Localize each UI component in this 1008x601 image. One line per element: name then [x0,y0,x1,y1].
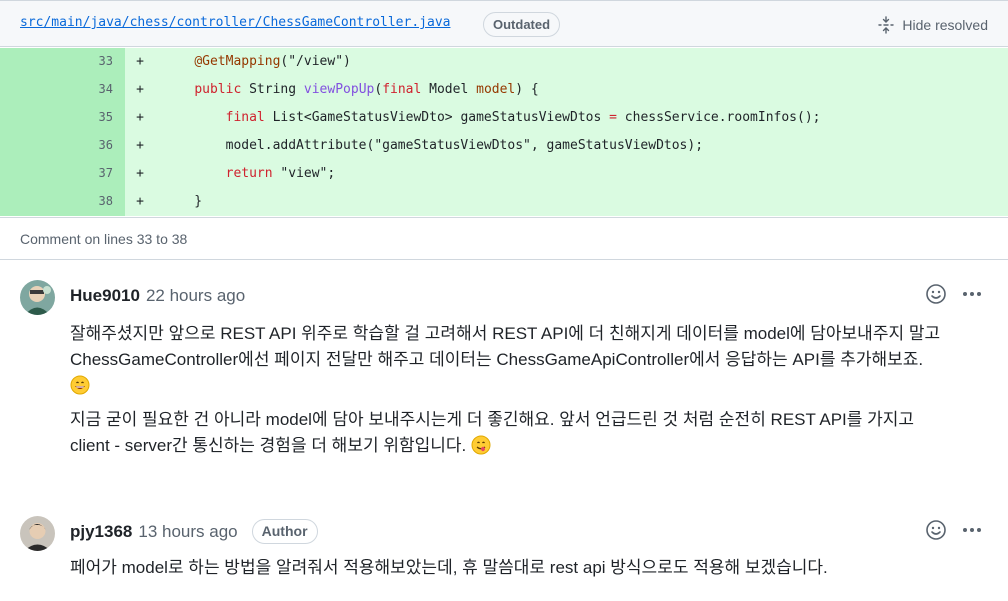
code-token: ( [374,82,383,97]
diff-line: 36 + model.addAttribute("gameStatusViewDt… [0,132,1008,160]
file-header: src/main/java/chess/controller/ChessGame… [0,0,1008,47]
diff-line: 34 + public String viewPopUp(final Model … [0,76,1008,104]
kebab-horizontal-icon[interactable] [961,519,983,541]
grinning-emoji-icon [70,375,90,395]
smiley-icon[interactable] [925,283,947,305]
code-token: chessService.roomInfos(); [616,110,821,125]
line-number[interactable]: 37 [0,160,125,188]
code-token: ) { [515,82,539,97]
comment-actions [925,283,983,305]
code-content: public String viewPopUp(final Model mode… [155,76,1008,104]
code-token: viewPopUp [303,82,375,97]
diff-marker: + [136,110,144,125]
code-content: return "view"; [155,160,1008,188]
line-number[interactable]: 33 [0,48,125,76]
code-content: @GetMapping("/view") [155,48,1008,76]
code-content: final List<GameStatusViewDto> gameStatus… [155,104,1008,132]
comment-paragraph: 지금 굳이 필요한 건 아니라 model에 담아 보내주시는게 더 좋긴해요.… [70,407,990,459]
code-content: model.addAttribute("gameStatusViewDtos",… [155,132,1008,160]
code-token: ("/view") [280,54,351,69]
comment-range-label: Comment on lines 33 to 38 [0,217,1008,260]
hide-resolved-label: Hide resolved [902,17,988,33]
code-token: model [476,82,516,97]
diff-marker: + [136,82,144,97]
comment-line: ChessGameController에선 페이지 전달만 해주고 데이터는 C… [70,350,924,369]
code-token: @GetMapping [194,54,281,69]
comment-paragraph: 잘해주셨지만 앞으로 REST API 위주로 학습할 걸 고려해서 REST … [70,321,990,399]
code-token: } [163,194,203,209]
diff-marker: + [136,166,144,181]
line-number[interactable]: 34 [0,76,125,104]
author-badge: Author [251,519,318,544]
comment-line: client - server간 통신하는 경험을 더 해보기 위함입니다. [70,436,467,455]
code-token: final [382,82,422,97]
diff-marker: + [136,54,144,69]
code-token: model.addAttribute("gameStatusViewDtos",… [163,138,704,153]
comment-time[interactable]: 22 hours ago [146,286,245,306]
diff-line: 35 + final List<GameStatusViewDto> gameSt… [0,104,1008,132]
diff-line: 37 + return "view"; [0,160,1008,188]
smiley-icon[interactable] [925,519,947,541]
kebab-horizontal-icon[interactable] [961,283,983,305]
diff-code-block: 33 + @GetMapping("/view") 34 + public Strin… [0,48,1008,216]
comment-time[interactable]: 13 hours ago [138,522,237,542]
comment-line: 잘해주셨지만 앞으로 REST API 위주로 학습할 걸 고려해서 REST … [70,324,941,343]
code-token: Model [421,82,477,97]
code-token: = [609,110,617,125]
code-token: "view"; [272,166,336,181]
line-number[interactable]: 36 [0,132,125,160]
comment-actions [925,519,983,541]
line-number[interactable]: 38 [0,188,125,216]
yum-emoji-icon [471,435,491,455]
code-token: final [225,110,265,125]
file-path-link[interactable]: src/main/java/chess/controller/ChessGame… [20,15,450,30]
diff-line: 33 + @GetMapping("/view") [0,48,1008,76]
code-token: gameStatusViewDtos [460,110,602,125]
comment-meta: Hue9010 22 hours ago [70,286,245,306]
diff-line: 38 + } [0,188,1008,216]
code-token: String [241,82,304,97]
comment-paragraph: 페어가 model로 하는 방법을 알려줘서 적용해보았는데, 휴 말씀대로 r… [70,558,828,577]
code-token: return [225,166,273,181]
unfold-icon [878,16,895,34]
diff-marker: + [136,138,144,153]
code-token: public [194,82,242,97]
comment-author[interactable]: pjy1368 [70,522,132,542]
code-token: List<GameStatusViewDto> [264,110,461,125]
comment-author[interactable]: Hue9010 [70,286,140,306]
hide-resolved-button[interactable]: Hide resolved [878,13,988,37]
line-number[interactable]: 35 [0,104,125,132]
outdated-badge: Outdated [483,12,561,37]
code-content: } [155,188,1008,216]
avatar[interactable] [20,516,55,551]
comment-body: 잘해주셨지만 앞으로 REST API 위주로 학습할 걸 고려해서 REST … [70,321,990,459]
comment-line: 지금 굳이 필요한 건 아니라 model에 담아 보내주시는게 더 좋긴해요.… [70,410,915,429]
comment-meta: pjy1368 13 hours ago Author [70,519,318,544]
diff-marker: + [136,194,144,209]
comment-body: 페어가 model로 하는 방법을 알려줘서 적용해보았는데, 휴 말씀대로 r… [70,555,990,581]
avatar[interactable] [20,280,55,315]
